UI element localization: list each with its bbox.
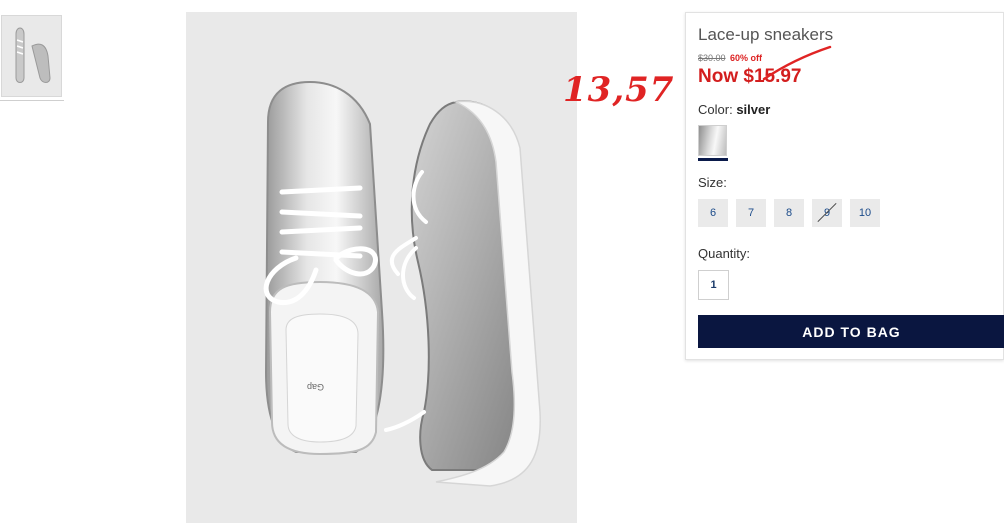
size-option-9-unavailable[interactable]: 9 [812,199,842,227]
size-selector: 6 7 8 9 10 [698,199,880,227]
size-option-10[interactable]: 10 [850,199,880,227]
product-details-panel: Lace-up sneakers $30.00 60% off Now $15.… [685,12,1004,360]
product-title: Lace-up sneakers [698,25,834,44]
color-swatch-silver[interactable] [698,125,727,156]
size-option-6[interactable]: 6 [698,199,728,227]
handwritten-price-note: 13,57 [563,70,675,110]
quantity-field[interactable]: 1 [698,270,729,300]
color-row: Color: silver [698,102,770,117]
color-value: silver [736,102,771,117]
add-to-bag-button[interactable]: ADD TO BAG [698,315,1004,348]
sneaker-thumbnail-icon [2,16,61,96]
silver-sneakers-icon: Gap [186,12,577,523]
price-strikethrough-mark [762,45,832,81]
thumbnail-divider [0,100,64,101]
size-option-7[interactable]: 7 [736,199,766,227]
price-row: $30.00 60% off [698,53,762,63]
quantity-label: Quantity: [698,246,751,261]
was-price: $30.00 [698,53,726,63]
selected-swatch-indicator [698,158,728,161]
color-label: Color: [698,102,733,117]
thumbnail-column [0,14,64,101]
main-product-image: Gap [186,12,577,523]
size-option-8[interactable]: 8 [774,199,804,227]
discount-label: 60% off [730,53,763,63]
size-label: Size: [698,175,727,190]
product-thumbnail[interactable] [1,15,62,97]
insole-brand-label: Gap [307,382,324,392]
